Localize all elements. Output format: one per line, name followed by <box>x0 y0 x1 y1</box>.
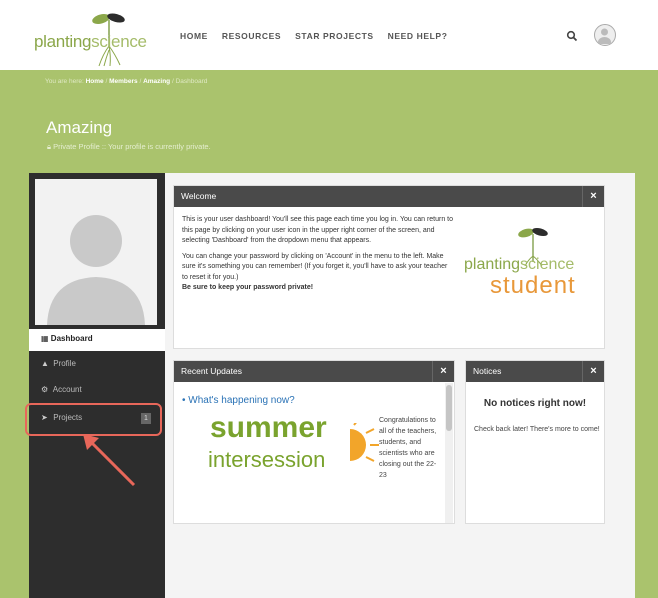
planting-science-student-logo: plantingscience student <box>464 226 604 316</box>
page-title: Amazing <box>46 118 113 137</box>
grid-icon: ▦ <box>41 334 49 343</box>
welcome-panel-title: Welcome <box>174 186 604 207</box>
update-excerpt: Congratulations to all of the teachers, … <box>379 417 437 479</box>
profile-banner: You are here: Home / Members / Amazing /… <box>0 70 658 598</box>
nav-home[interactable]: HOME <box>180 31 208 41</box>
close-icon[interactable]: × <box>582 186 604 207</box>
breadcrumb-dashboard: Dashboard <box>175 78 208 85</box>
sidebar-item-dashboard[interactable]: ▦ Dashboard <box>29 329 165 351</box>
sun-icon <box>350 423 379 462</box>
site-header: plantingscience HOME RESOURCES STAR PROJ… <box>0 0 658 70</box>
search-icon[interactable] <box>566 30 578 42</box>
site-logo[interactable]: plantingscience <box>34 10 164 70</box>
breadcrumb-members[interactable]: Members <box>109 78 138 85</box>
profile-picture[interactable] <box>35 179 157 325</box>
close-icon[interactable]: × <box>432 361 454 382</box>
breadcrumb-amazing[interactable]: Amazing <box>143 78 170 85</box>
scroll-thumb[interactable] <box>446 385 452 431</box>
student-label: student <box>490 272 576 299</box>
user-icon: ▲ <box>41 359 49 368</box>
breadcrumb: You are here: Home / Members / Amazing /… <box>45 78 208 85</box>
user-avatar-icon[interactable] <box>594 24 616 46</box>
notices-heading: No notices right now! <box>483 398 587 409</box>
breadcrumb-home[interactable]: Home <box>86 78 104 85</box>
welcome-panel: Welcome × This is your user dashboard! Y… <box>173 185 605 349</box>
whats-happening-link[interactable]: • What's happening now? <box>182 395 295 406</box>
close-icon[interactable]: × <box>582 361 604 382</box>
nav-need-help[interactable]: NEED HELP? <box>388 31 448 41</box>
summer-intersession-graphic: summer intersession <box>202 411 392 501</box>
privacy-status: 🔒︎ Private Profile :: Your profile is cu… <box>47 142 211 151</box>
logo-text: plantingscience <box>34 32 147 51</box>
welcome-text: This is your user dashboard! You'll see … <box>182 216 454 291</box>
gears-icon: ⚙ <box>41 385 49 394</box>
notices-body: Check back later! There's more to come! <box>474 426 600 433</box>
updates-scrollbar[interactable] <box>445 383 453 523</box>
nav-star-projects[interactable]: STAR PROJECTS <box>295 31 374 41</box>
sidebar: ▦ Dashboard ▲ Profile ⚙ Account ➤ Projec… <box>29 173 165 598</box>
recent-updates-panel: Recent Updates × • What's happening now?… <box>173 360 455 524</box>
dashboard-card: ▦ Dashboard ▲ Profile ⚙ Account ➤ Projec… <box>25 173 635 598</box>
sidebar-item-account[interactable]: ⚙ Account <box>29 381 165 401</box>
recent-updates-title: Recent Updates <box>174 361 454 382</box>
annotation-arrow-icon <box>83 434 136 487</box>
nav-resources[interactable]: RESOURCES <box>222 31 281 41</box>
lock-icon: 🔒︎ <box>47 142 51 151</box>
sidebar-item-profile[interactable]: ▲ Profile <box>29 355 165 375</box>
notices-panel: Notices × No notices right now! Check ba… <box>465 360 605 524</box>
main-nav: HOME RESOURCES STAR PROJECTS NEED HELP? <box>180 31 448 41</box>
